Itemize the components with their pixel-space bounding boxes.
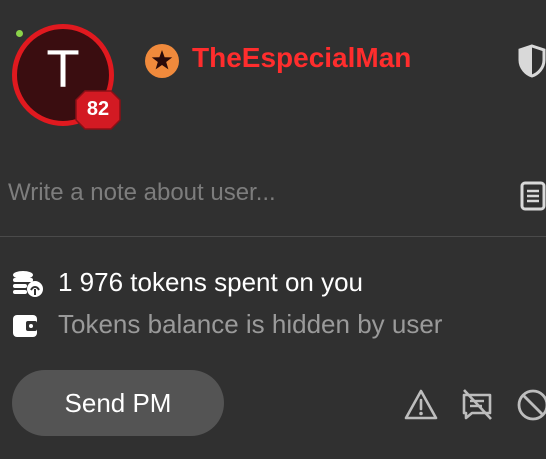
tokens-balance-text: Tokens balance is hidden by user <box>58 309 443 339</box>
wallet-icon <box>13 315 37 337</box>
level-number: 82 <box>86 98 110 120</box>
tokens-spent-text: 1 976 tokens spent on you <box>58 267 364 297</box>
ban-icon[interactable] <box>516 388 546 422</box>
user-note-input[interactable] <box>8 175 488 211</box>
send-pm-button[interactable]: Send PM <box>12 370 224 436</box>
note-icon[interactable] <box>520 181 546 211</box>
level-badge: 82 <box>75 90 121 130</box>
coins-icon <box>13 271 43 297</box>
block-chat-icon[interactable] <box>460 388 494 422</box>
star-badge-icon <box>145 44 179 78</box>
divider <box>0 236 546 237</box>
shield-icon[interactable] <box>518 44 546 78</box>
username[interactable]: TheEspecialMan <box>192 42 411 74</box>
warning-icon[interactable] <box>404 388 438 422</box>
